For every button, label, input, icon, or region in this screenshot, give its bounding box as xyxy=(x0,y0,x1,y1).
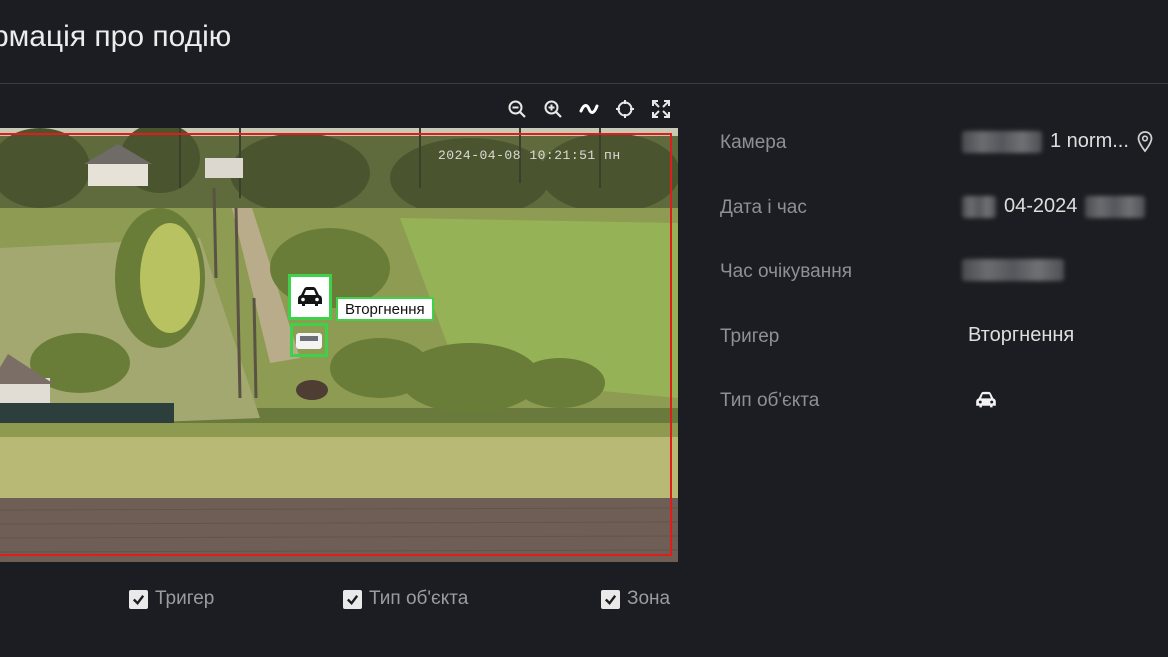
zoom-out-icon[interactable] xyxy=(505,97,529,121)
info-label: Тригер xyxy=(720,326,780,347)
camera-value: 1 norm... xyxy=(962,130,1153,153)
checkbox-object-type[interactable]: Тип об'єкта xyxy=(343,588,468,610)
info-row-object-type: Тип об'єкта xyxy=(720,386,1168,418)
checkbox-checked-icon[interactable] xyxy=(601,589,620,609)
detection-label: Вторгнення xyxy=(336,297,434,321)
checkbox-checked-icon[interactable] xyxy=(129,589,148,609)
redacted-text xyxy=(1085,195,1146,218)
info-label: Дата і час xyxy=(720,197,807,218)
fullscreen-icon[interactable] xyxy=(649,97,673,121)
checkbox-label: Зона xyxy=(627,588,671,609)
video-timestamp: 2024-04-08 10:21:51 пн xyxy=(438,148,621,163)
viewer-toolbar xyxy=(505,95,673,123)
car-icon xyxy=(298,287,322,306)
trajectory-icon[interactable] xyxy=(577,97,601,121)
event-snapshot-viewer[interactable]: 2024-04-08 10:21:51 пн Вторгнення xyxy=(0,128,678,562)
camera-name: 1 norm... xyxy=(1050,130,1129,152)
wait-time-value xyxy=(962,259,1064,281)
car-icon xyxy=(976,391,996,408)
info-label: Камера xyxy=(720,132,787,153)
detection-zone-outline xyxy=(0,133,672,556)
zoom-in-icon[interactable] xyxy=(541,97,565,121)
info-row-wait-time: Час очікування xyxy=(720,257,1168,289)
checkbox-label: Тригер xyxy=(155,588,215,609)
info-row-datetime: Дата і час 04-2024 xyxy=(720,193,1168,225)
checkbox-checked-icon[interactable] xyxy=(343,589,362,609)
info-row-camera: Камера 1 norm... xyxy=(720,128,1168,160)
page-title: рмація про подію xyxy=(0,20,232,53)
header-divider xyxy=(0,83,1168,84)
overlay-options: а Тригер Тип об'єкта Зона xyxy=(0,588,690,614)
info-label: Тип об'єкта xyxy=(720,390,820,411)
detected-object-box xyxy=(290,323,328,357)
datetime-value: 04-2024 xyxy=(962,195,1146,218)
checkbox-zone[interactable]: Зона xyxy=(601,588,670,610)
trigger-value: Вторгнення xyxy=(968,324,1075,346)
redacted-text xyxy=(962,259,1064,281)
info-label: Час очікування xyxy=(720,261,853,282)
object-type-value xyxy=(974,391,998,409)
redacted-text xyxy=(962,130,1042,153)
location-pin-icon[interactable] xyxy=(1137,130,1153,153)
checkbox-label: Тип об'єкта xyxy=(369,588,469,609)
target-icon[interactable] xyxy=(613,97,637,121)
redacted-text xyxy=(962,195,996,218)
detection-type-badge xyxy=(288,274,332,320)
info-row-trigger: Тригер Вторгнення xyxy=(720,322,1168,354)
datetime-text: 04-2024 xyxy=(1004,195,1078,217)
checkbox-trigger[interactable]: Тригер xyxy=(129,588,214,610)
